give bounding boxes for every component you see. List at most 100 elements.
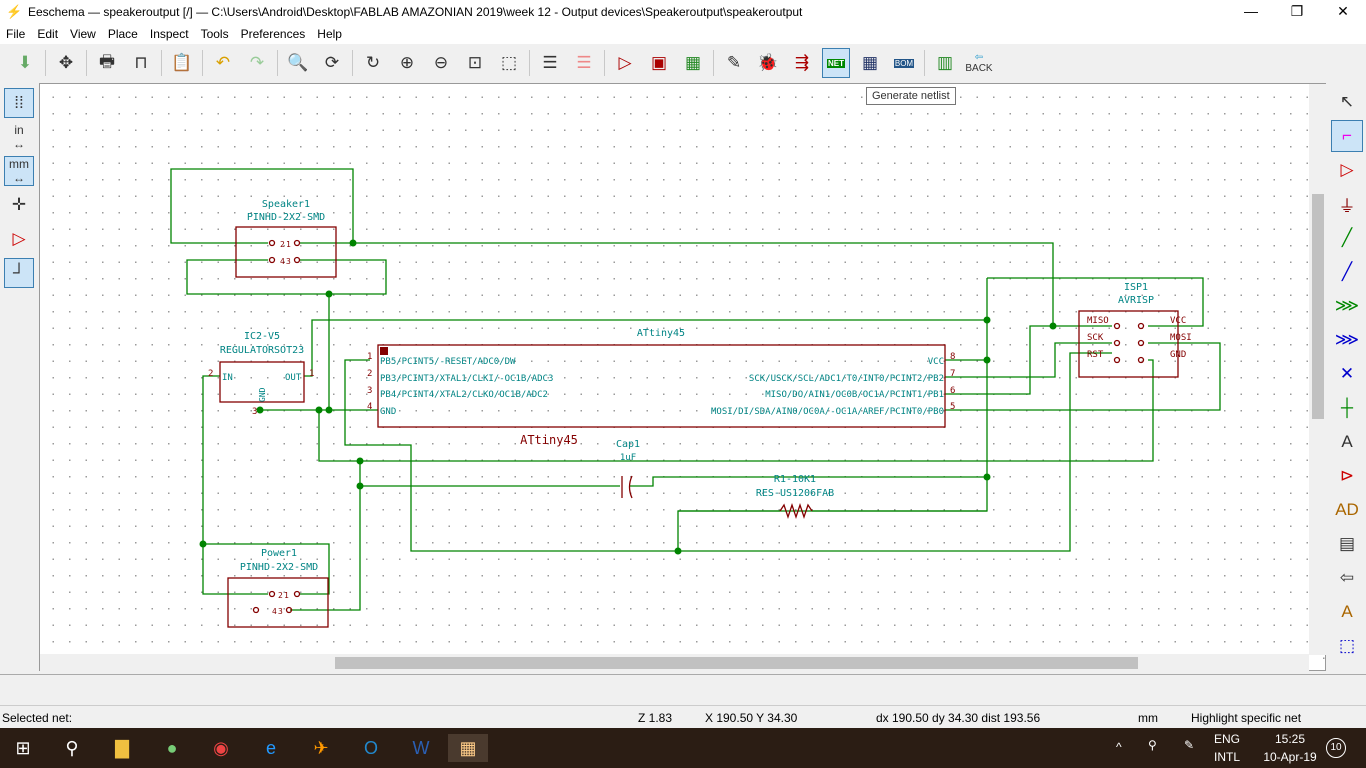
attiny-pin-name: MISO/DO/AIN1/OC0B/OC1A/PCINT1/PB1 xyxy=(765,390,944,400)
wires xyxy=(170,168,1221,611)
chrome-icon[interactable]: ◉ xyxy=(206,734,236,762)
zoom-out-icon[interactable]: ⊖ xyxy=(427,48,455,78)
footprint-editor-icon[interactable]: ▦ xyxy=(679,48,707,78)
bus-entry-icon[interactable]: ⋙ xyxy=(1331,324,1363,356)
no-connect-icon[interactable]: ✕ xyxy=(1331,358,1363,390)
cursor-shape-icon[interactable]: ✛ xyxy=(4,190,34,220)
back-label: BACK xyxy=(965,63,993,74)
attiny-pin-name: VCC xyxy=(928,357,944,367)
print-icon[interactable]: 🖶 xyxy=(93,48,121,78)
menu-tools[interactable]: Tools xyxy=(195,27,235,41)
import-sheet-pin-icon[interactable]: ⇦ xyxy=(1331,562,1363,594)
clock-time: 15:25 xyxy=(1274,732,1306,746)
junction xyxy=(1049,322,1057,330)
language-indicator[interactable]: ENG INTL xyxy=(1214,732,1240,764)
eeschema-taskbar-icon[interactable]: ▦ xyxy=(448,734,488,762)
add-bus-icon[interactable]: ╱ xyxy=(1331,256,1363,288)
annotate-icon[interactable]: ✎ xyxy=(720,48,748,78)
menu-inspect[interactable]: Inspect xyxy=(144,27,195,41)
menu-view[interactable]: View xyxy=(64,27,102,41)
zoom-fit-icon[interactable]: ⊡ xyxy=(461,48,489,78)
find-replace-icon[interactable]: ⟳ xyxy=(318,48,346,78)
pcbnew-icon[interactable]: ▥ xyxy=(931,48,959,78)
fields-editor-icon[interactable]: ▦ xyxy=(856,48,884,78)
inches-button[interactable]: in ↔ xyxy=(4,122,34,152)
redo-icon[interactable]: ↷ xyxy=(243,48,271,78)
clock[interactable]: 15:25 10-Apr-19 xyxy=(1260,732,1320,764)
horizontal-scrollbar[interactable] xyxy=(40,654,1309,671)
add-label-icon[interactable]: A xyxy=(1331,426,1363,458)
network-icon[interactable]: ⚲ xyxy=(1148,738,1157,752)
vertical-scroll-thumb[interactable] xyxy=(1312,194,1324,419)
zoom-in-icon[interactable]: ⊕ xyxy=(393,48,421,78)
plot-icon[interactable]: ⊓ xyxy=(127,48,155,78)
pin1-marker xyxy=(380,347,388,355)
search-icon[interactable]: ⚲ xyxy=(57,734,87,762)
windows-start-icon[interactable]: ⊞ xyxy=(8,734,38,762)
add-global-label-icon[interactable]: ⊳ xyxy=(1331,460,1363,492)
wire-entry-icon[interactable]: ⋙ xyxy=(1331,290,1363,322)
pin-number: 6 xyxy=(950,386,955,396)
select-arrow-icon[interactable]: ↖ xyxy=(1331,86,1363,118)
add-symbol-icon[interactable]: ▷ xyxy=(1331,154,1363,186)
add-sheet-icon[interactable]: ▤ xyxy=(1331,528,1363,560)
tray-expand-icon[interactable]: ^ xyxy=(1116,740,1122,754)
menu-file[interactable]: File xyxy=(0,27,31,41)
symbol-browser-icon[interactable]: ▣ xyxy=(645,48,673,78)
close-button[interactable]: ✕ xyxy=(1320,0,1366,24)
grid-toggle-icon[interactable]: ⁞⁞ xyxy=(4,88,34,118)
pin-number: 1 xyxy=(284,591,289,600)
page-settings-icon[interactable]: ✥ xyxy=(52,48,80,78)
zoom-selection-icon[interactable]: ⬚ xyxy=(495,48,523,78)
millimeters-button[interactable]: mm ↔ xyxy=(4,156,34,186)
pin-number: 3 xyxy=(278,607,283,616)
attiny-pin-name: PB3/PCINT3/XTAL1/CLKI/-OC1B/ADC3 xyxy=(380,374,553,384)
redraw-icon[interactable]: ↻ xyxy=(359,48,387,78)
bird-app-icon[interactable]: ✈ xyxy=(306,734,336,762)
highlight-net-icon[interactable]: ⌐ xyxy=(1331,120,1363,152)
add-text-icon[interactable]: A xyxy=(1331,596,1363,628)
add-wire-icon[interactable]: ╱ xyxy=(1331,222,1363,254)
assign-footprints-icon[interactable]: ⇶ xyxy=(788,48,816,78)
globe-app-icon[interactable]: ● xyxy=(157,734,187,762)
relative-position: dx 190.50 dy 34.30 dist 193.56 xyxy=(876,711,1041,725)
schematic-canvas[interactable]: Speaker1 PINHD-2X2-SMD IC2-V5 REGULATORS… xyxy=(39,83,1326,671)
menu-help[interactable]: Help xyxy=(311,27,348,41)
find-icon[interactable]: 🔍 xyxy=(284,48,312,78)
back-button[interactable]: ⇦ BACK xyxy=(965,48,993,78)
erc-icon[interactable]: 🐞 xyxy=(754,48,782,78)
undo-icon[interactable]: ↶ xyxy=(209,48,237,78)
horizontal-scroll-thumb[interactable] xyxy=(335,657,1138,669)
leave-sheet-icon[interactable]: ☰ xyxy=(570,48,598,78)
menu-place[interactable]: Place xyxy=(102,27,144,41)
outlook-icon[interactable]: O xyxy=(356,734,386,762)
notifications-icon[interactable]: 10 xyxy=(1326,738,1346,758)
paste-icon[interactable]: 📋 xyxy=(168,48,196,78)
file-explorer-icon[interactable]: ▇ xyxy=(107,734,137,762)
units-status: mm xyxy=(1138,711,1158,725)
isp-pin-rst: RST xyxy=(1087,350,1104,360)
bom-button[interactable]: BOM xyxy=(890,48,918,78)
add-power-icon[interactable]: ⏚ xyxy=(1331,188,1363,220)
hierarchy-navigator-icon[interactable]: ☰ xyxy=(536,48,564,78)
pen-icon[interactable]: ✎ xyxy=(1184,738,1194,752)
menu-edit[interactable]: Edit xyxy=(31,27,64,41)
add-junction-icon[interactable]: ┼ xyxy=(1331,392,1363,424)
junction xyxy=(983,356,991,364)
maximize-button[interactable]: ❐ xyxy=(1274,0,1320,24)
add-hier-label-icon[interactable]: AD xyxy=(1331,494,1363,526)
edge-icon[interactable]: e xyxy=(256,734,286,762)
save-icon[interactable]: ⬇ xyxy=(11,48,39,78)
generate-netlist-button[interactable]: NET xyxy=(822,48,850,78)
hidden-pins-icon[interactable]: ▷ xyxy=(4,224,34,254)
vertical-scrollbar[interactable] xyxy=(1309,84,1326,655)
symbol-editor-icon[interactable]: ▷ xyxy=(611,48,639,78)
menu-preferences[interactable]: Preferences xyxy=(235,27,312,41)
word-icon[interactable]: W xyxy=(406,734,436,762)
orthogonal-wire-icon[interactable]: ┘ xyxy=(4,258,34,288)
minimize-button[interactable]: — xyxy=(1228,0,1274,24)
clock-date: 10-Apr-19 xyxy=(1263,750,1317,764)
inches-label: in xyxy=(14,123,24,137)
junction xyxy=(356,482,364,490)
add-graphic-lines-icon[interactable]: ⬚ xyxy=(1331,630,1363,662)
